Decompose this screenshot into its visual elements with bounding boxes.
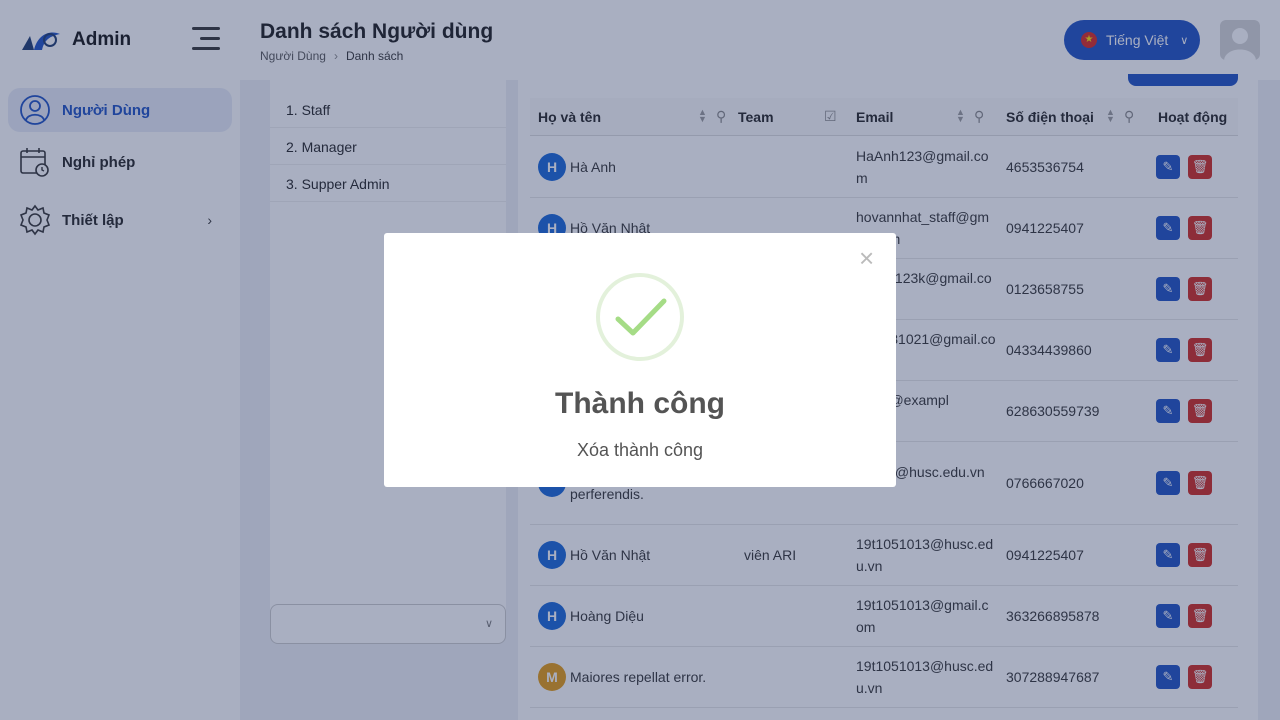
dialog-title: Thành công — [555, 387, 725, 420]
success-check-icon — [596, 273, 684, 361]
success-dialog: × Thành công Xóa thành công — [384, 233, 896, 487]
close-icon[interactable]: × — [859, 245, 874, 271]
dialog-message: Xóa thành công — [576, 440, 704, 460]
